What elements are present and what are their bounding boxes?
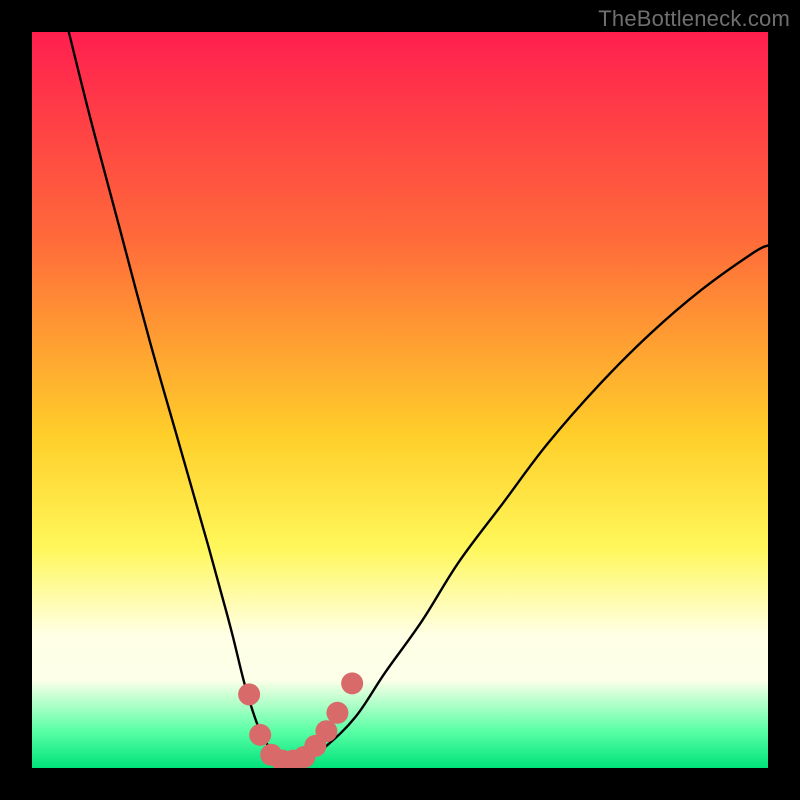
- curve-marker: [326, 702, 348, 724]
- curve-marker: [238, 683, 260, 705]
- watermark-text: TheBottleneck.com: [598, 6, 790, 32]
- chart-frame: TheBottleneck.com: [0, 0, 800, 800]
- chart-svg: [32, 32, 768, 768]
- bottleneck-curve: [69, 32, 768, 762]
- curve-marker: [315, 720, 337, 742]
- curve-marker: [341, 672, 363, 694]
- plot-area: [32, 32, 768, 768]
- curve-marker: [249, 724, 271, 746]
